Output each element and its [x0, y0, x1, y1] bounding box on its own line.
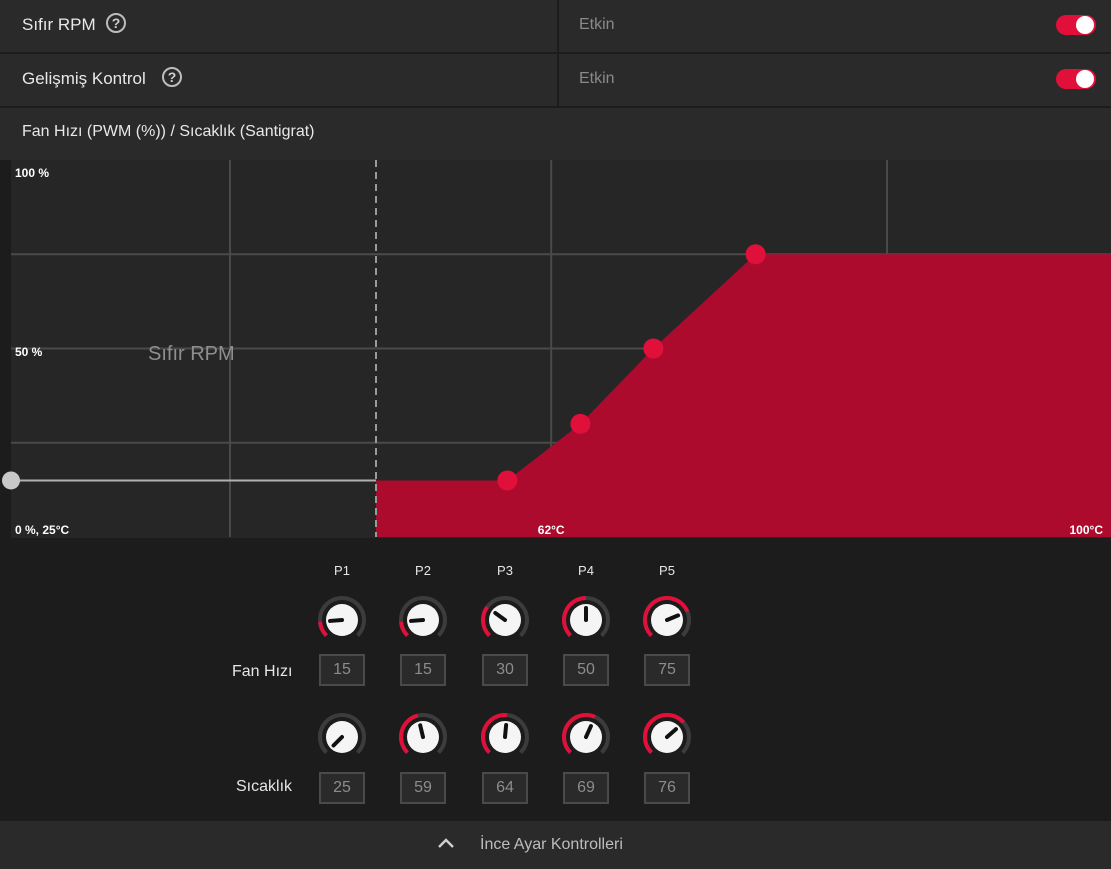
- temperature-knob-p1[interactable]: [316, 711, 368, 763]
- x-tick-label-62: 62°C: [538, 523, 565, 537]
- temperature-knob-p3[interactable]: [479, 711, 531, 763]
- temperature-knob-p4[interactable]: [560, 711, 612, 763]
- advanced-control-status: Etkin: [579, 70, 615, 87]
- advanced-control-label: Gelişmiş Kontrol: [22, 69, 146, 88]
- zero-rpm-region-label: Sıfır RPM: [148, 343, 235, 365]
- x-tick-label-100: 100°C: [1070, 523, 1104, 537]
- help-icon[interactable]: ?: [162, 67, 182, 87]
- fan-speed-knob-p1[interactable]: [316, 594, 368, 646]
- toggle-knob: [1076, 70, 1094, 88]
- temperature-input-p4[interactable]: 69: [563, 772, 609, 804]
- temperature-input-p1[interactable]: 25: [319, 772, 365, 804]
- row-divider: [557, 54, 559, 106]
- fan-curve-chart[interactable]: 100 % 50 % 0 %, 25°C 62°C 100°C Sıfır RPM: [0, 160, 1111, 538]
- temperature-knob-p5[interactable]: [641, 711, 693, 763]
- zero-rpm-row: Sıfır RPM ? Etkin: [0, 0, 1111, 52]
- fan-speed-input-p4[interactable]: 50: [563, 654, 609, 686]
- origin-label: 0 %, 25°C: [15, 523, 69, 537]
- temperature-input-p2[interactable]: 59: [400, 772, 446, 804]
- temperature-input-p5[interactable]: 76: [644, 772, 690, 804]
- temperature-knob-p2[interactable]: [397, 711, 449, 763]
- column-header-p3: P3: [497, 563, 513, 578]
- chevron-up-icon[interactable]: [436, 834, 456, 854]
- column-header-p2: P2: [415, 563, 431, 578]
- column-header-p5: P5: [659, 563, 675, 578]
- zero-rpm-status: Etkin: [579, 16, 615, 33]
- curve-point-p4[interactable]: [643, 338, 664, 359]
- column-header-p4: P4: [578, 563, 594, 578]
- chart-header-label: Fan Hızı (PWM (%)) / Sıcaklık (Santigrat…: [22, 123, 315, 140]
- column-header-p1: P1: [334, 563, 350, 578]
- fine-tune-label: İnce Ayar Kontrolleri: [480, 836, 623, 853]
- advanced-control-toggle[interactable]: [1056, 69, 1096, 89]
- curve-point-p5[interactable]: [745, 244, 766, 265]
- y-tick-label-50: 50 %: [15, 345, 43, 359]
- fine-tune-footer[interactable]: İnce Ayar Kontrolleri: [0, 821, 1111, 869]
- zero-rpm-toggle[interactable]: [1056, 15, 1096, 35]
- fan-speed-knob-p2[interactable]: [397, 594, 449, 646]
- temperature-row-label: Sıcaklık: [236, 778, 293, 795]
- fan-speed-input-p5[interactable]: 75: [644, 654, 690, 686]
- fan-speed-knob-p4[interactable]: [560, 594, 612, 646]
- temperature-input-p3[interactable]: 64: [482, 772, 528, 804]
- fan-speed-input-p1[interactable]: 15: [319, 654, 365, 686]
- fan-speed-input-p3[interactable]: 30: [482, 654, 528, 686]
- help-icon[interactable]: ?: [106, 13, 126, 33]
- row-divider: [557, 0, 559, 52]
- zero-rpm-handle[interactable]: [2, 471, 20, 490]
- fan-speed-row-label: Fan Hızı: [232, 663, 293, 680]
- fan-speed-knob-p5[interactable]: [641, 594, 693, 646]
- curve-point-p2[interactable]: [497, 470, 518, 491]
- advanced-control-row: Gelişmiş Kontrol ? Etkin: [0, 54, 1111, 106]
- y-tick-label-100: 100 %: [15, 166, 49, 180]
- curve-point-p3[interactable]: [570, 413, 591, 434]
- zero-rpm-label: Sıfır RPM: [22, 15, 96, 34]
- toggle-knob: [1076, 16, 1094, 34]
- fan-speed-input-p2[interactable]: 15: [400, 654, 446, 686]
- chart-header: Fan Hızı (PWM (%)) / Sıcaklık (Santigrat…: [0, 108, 1111, 160]
- fan-speed-knob-p3[interactable]: [479, 594, 531, 646]
